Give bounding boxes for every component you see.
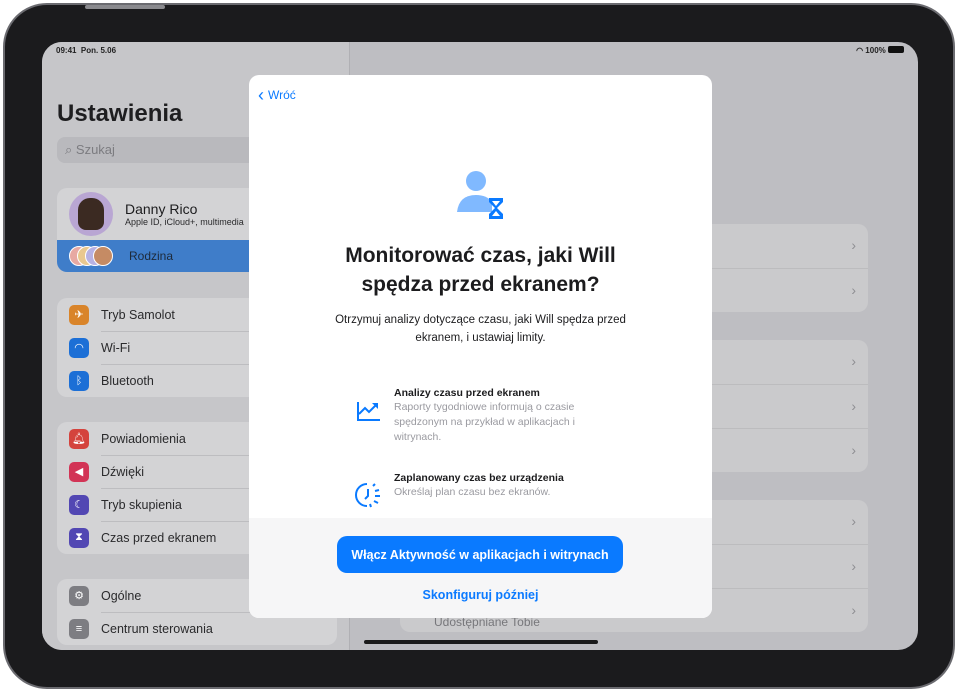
status-time: 09:41 Pon. 5.06 (56, 46, 116, 55)
feature-title: Analizy czasu przed ekranem (394, 387, 540, 399)
sidebar-item-label: Ogólne (101, 588, 142, 603)
feature-description: Określaj plan czasu bez ekranów. (394, 486, 551, 498)
chevron-right-icon: › (851, 442, 856, 458)
airplane-icon: ✈ (69, 304, 89, 325)
sidebar-item-label: Centrum sterowania (101, 621, 213, 636)
back-label: Wróć (268, 88, 296, 102)
gear-icon: ⚙ (69, 585, 89, 606)
person-hourglass-icon (457, 171, 503, 219)
feature-downtime: Zaplanowany czas bez urządzenia Określaj… (355, 471, 615, 508)
chevron-right-icon: › (851, 237, 856, 253)
sidebar-item-label: Bluetooth (101, 373, 154, 388)
chevron-right-icon: › (851, 602, 856, 618)
hourglass-icon: ⧗ (69, 527, 89, 548)
chart-up-icon (357, 402, 380, 421)
profile-name: Danny Rico (125, 201, 198, 217)
family-avatars-icon (69, 246, 113, 266)
time: 09:41 (56, 46, 77, 55)
wifi-icon: ◠ (69, 337, 89, 358)
chevron-right-icon: › (851, 513, 856, 529)
sidebar-item-label: Wi-Fi (101, 340, 131, 355)
feature-analytics: Analizy czasu przed ekranem Raporty tygo… (355, 386, 615, 445)
search-placeholder: Szukaj (75, 142, 115, 157)
downtime-icon (355, 483, 380, 508)
bell-icon: 🔔︎ (69, 428, 89, 449)
battery-percent: 100% (865, 46, 886, 55)
top-button (85, 5, 165, 9)
feature-title: Zaplanowany czas bez urządzenia (394, 472, 564, 484)
battery-icon (888, 46, 904, 53)
sheet-footer: Włącz Aktywność w aplikacjach i witrynac… (249, 518, 712, 618)
sheet-title: Monitorować czas, jaki Will spędza przed… (345, 244, 616, 296)
sheet-subtitle: Otrzymuj analizy dotyczące czasu, jaki W… (335, 314, 626, 344)
sidebar-item-label: Tryb skupienia (101, 497, 182, 512)
profile-subtitle: Apple ID, iCloud+, multimedia (125, 217, 244, 227)
sidebar-item-label: Czas przed ekranem (101, 530, 217, 545)
speaker-icon: ◀ (69, 461, 89, 482)
search-icon: ⌕ (65, 142, 73, 157)
chevron-left-icon: ‹ (258, 85, 264, 105)
bluetooth-icon: ᛒ (69, 370, 89, 391)
sidebar-item-label: Tryb Samolot (101, 307, 175, 322)
chevron-right-icon: › (851, 282, 856, 298)
wifi-icon: ◠ (856, 46, 864, 55)
feature-description: Raporty tygodniowe informują o czasie sp… (394, 401, 575, 443)
chevron-right-icon: › (851, 353, 856, 369)
switches-icon: ≡ (69, 618, 89, 639)
date: Pon. 5.06 (80, 46, 117, 55)
family-label: Rodzina (129, 249, 174, 263)
chevron-right-icon: › (851, 558, 856, 574)
moon-icon: ☾ (69, 494, 89, 515)
enable-activity-button[interactable]: Włącz Aktywność w aplikacjach i witrynac… (337, 536, 623, 573)
status-battery: ◠ 100% (856, 46, 904, 55)
back-button[interactable]: ‹ Wróć (258, 85, 296, 105)
home-indicator[interactable] (364, 640, 598, 644)
sidebar-item-label: Dźwięki (101, 464, 145, 479)
screen-time-setup-sheet: ‹ Wróć Monitorować czas, jaki Will spędza… (249, 75, 712, 618)
chevron-right-icon: › (851, 398, 856, 414)
avatar (69, 192, 113, 236)
set-up-later-button[interactable]: Skonfiguruj później (249, 588, 712, 602)
sidebar-item-label: Powiadomienia (101, 431, 186, 446)
page-title: Ustawienia (57, 100, 183, 127)
